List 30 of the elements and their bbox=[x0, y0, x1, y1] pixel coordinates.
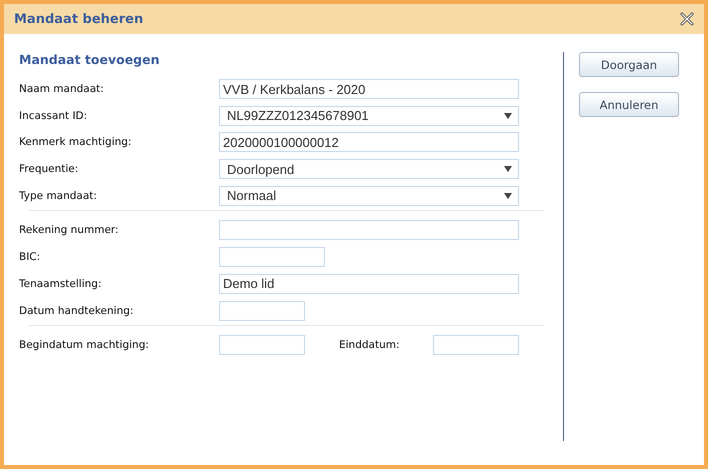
close-icon[interactable] bbox=[680, 12, 694, 26]
field-label: Tenaamstelling: bbox=[19, 278, 102, 290]
dropdown[interactable]: Normaal bbox=[219, 186, 519, 206]
field-label: Incassant ID: bbox=[19, 110, 88, 122]
field-label: BIC: bbox=[19, 251, 42, 264]
field-label: Einddatum: bbox=[339, 339, 401, 352]
field-label: Rekening nummer: bbox=[19, 224, 120, 236]
input-field[interactable] bbox=[219, 300, 305, 320]
field-label: Begindatum machtiging: bbox=[19, 339, 150, 352]
input-field[interactable] bbox=[219, 220, 519, 240]
input-field[interactable]: Demo lid bbox=[219, 274, 519, 294]
caret-icon bbox=[504, 112, 512, 119]
input-field[interactable]: VVB / Kerkbalans - 2020 bbox=[219, 79, 519, 99]
dialog-button[interactable]: Doorgaan bbox=[579, 52, 679, 77]
caret-icon bbox=[504, 192, 512, 199]
input-field[interactable] bbox=[433, 335, 519, 356]
field-label: Frequentie: bbox=[19, 163, 80, 176]
window-title: Mandaat beheren bbox=[14, 12, 144, 26]
field-label: Datum handtekening: bbox=[19, 304, 134, 316]
dropdown[interactable]: NL99ZZZ012345678901 bbox=[219, 106, 519, 126]
field-label: Kenmerk machtiging: bbox=[19, 136, 132, 148]
field-label: Type mandaat: bbox=[19, 190, 98, 202]
dropdown[interactable]: Doorlopend bbox=[219, 159, 519, 180]
dialog-button[interactable]: Annuleren bbox=[579, 92, 679, 117]
input-field[interactable]: 2020000100000012 bbox=[219, 132, 519, 152]
field-label: Naam mandaat: bbox=[19, 83, 105, 95]
form-heading: Mandaat toevoegen bbox=[19, 52, 160, 67]
caret-icon bbox=[504, 166, 512, 172]
input-field[interactable] bbox=[219, 335, 305, 356]
input-field[interactable] bbox=[219, 247, 325, 268]
